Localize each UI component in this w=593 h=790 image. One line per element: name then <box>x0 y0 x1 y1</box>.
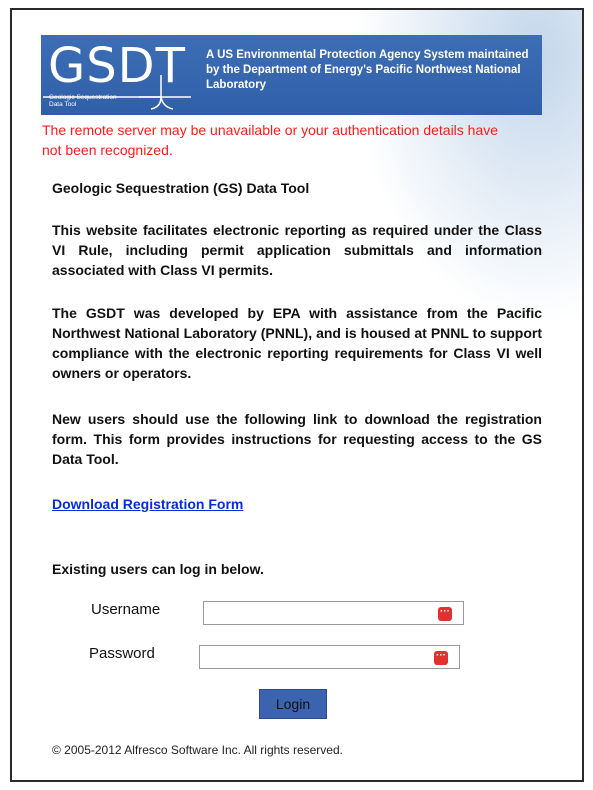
download-registration-link[interactable]: Download Registration Form <box>52 496 243 512</box>
login-prompt: Existing users can log in below. <box>52 561 264 577</box>
page-title: Geologic Sequestration (GS) Data Tool <box>52 180 310 196</box>
username-field[interactable]: ··· <box>203 601 464 625</box>
username-label: Username <box>91 601 161 618</box>
password-manager-icon[interactable]: ··· <box>434 651 448 665</box>
password-label: Password <box>89 645 155 662</box>
intro-paragraph: This website facilitates electronic repo… <box>52 222 542 278</box>
gsdt-banner: GSDT Geologic Sequestration Data Tool A … <box>41 35 542 115</box>
new-users-paragraph: New users should use the following link … <box>52 411 542 467</box>
about-paragraph: The GSDT was developed by EPA with assis… <box>52 305 542 381</box>
copyright-footer: © 2005-2012 Alfresco Software Inc. All r… <box>52 743 343 757</box>
logo-subtitle: Geologic Sequestration Data Tool <box>49 94 117 108</box>
banner-description: A US Environmental Protection Agency Sys… <box>206 49 529 91</box>
login-button[interactable]: Login <box>259 689 327 719</box>
password-field[interactable]: ··· <box>199 645 460 669</box>
auth-error-message: The remote server may be unavailable or … <box>42 122 499 158</box>
password-manager-icon[interactable]: ··· <box>438 607 452 621</box>
